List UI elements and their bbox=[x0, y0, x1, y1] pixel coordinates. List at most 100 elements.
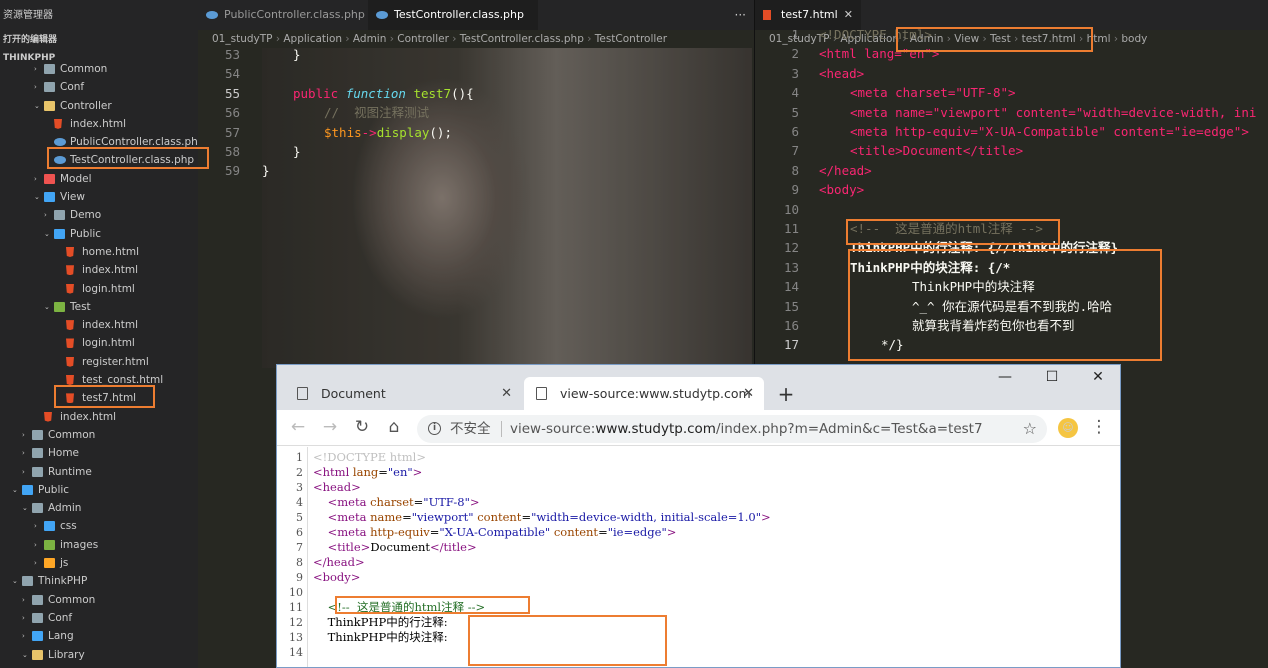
back-icon[interactable]: ← bbox=[287, 417, 309, 437]
tree-item-login-html[interactable]: login.html bbox=[0, 280, 198, 298]
tree-item-login-html[interactable]: login.html bbox=[0, 334, 198, 352]
home-icon[interactable]: ⌂ bbox=[383, 417, 405, 437]
chevron-right-icon[interactable]: › bbox=[34, 60, 42, 78]
breadcrumb-item[interactable]: 01_studyTP bbox=[212, 33, 272, 45]
line-number: 7 bbox=[791, 143, 799, 159]
forward-icon[interactable]: → bbox=[319, 417, 341, 437]
tree-item-common[interactable]: › Common bbox=[0, 426, 198, 444]
tree-item-index-html[interactable]: index.html bbox=[0, 115, 198, 133]
view-source-content[interactable]: 1 <!DOCTYPE html> 2 <html lang="en"> 3 <head>… bbox=[277, 447, 1120, 667]
close-tab-icon[interactable]: ✕ bbox=[501, 377, 512, 410]
chevron-down-icon[interactable]: ⌄ bbox=[44, 298, 52, 316]
chevron-down-icon[interactable]: ⌄ bbox=[44, 225, 52, 243]
more-actions-icon[interactable]: ··· bbox=[735, 0, 746, 30]
chevron-right-icon[interactable]: › bbox=[34, 536, 42, 554]
chevron-right-icon[interactable]: › bbox=[44, 206, 52, 224]
line-number: 57 bbox=[224, 124, 240, 140]
open-editors-section[interactable]: 打开的编辑器 bbox=[0, 30, 57, 50]
source-token: = bbox=[378, 465, 388, 479]
breadcrumb-item[interactable]: TestController.class.php bbox=[460, 33, 584, 45]
chevron-down-icon[interactable]: ⌄ bbox=[34, 188, 42, 206]
line-number: 13 bbox=[783, 259, 799, 275]
tree-item-library[interactable]: ⌄ Library bbox=[0, 646, 198, 664]
menu-icon[interactable]: ⋮ bbox=[1088, 417, 1110, 437]
source-line: </head> bbox=[313, 555, 365, 570]
breadcrumb-item[interactable]: Controller bbox=[397, 33, 449, 45]
chevron-down-icon[interactable]: ⌄ bbox=[12, 572, 20, 590]
html-file-icon bbox=[44, 411, 52, 422]
chevron-down-icon[interactable]: ⌄ bbox=[22, 646, 30, 664]
tree-item-demo[interactable]: › Demo bbox=[0, 206, 198, 224]
tree-item-test[interactable]: ⌄ Test bbox=[0, 298, 198, 316]
minimize-icon[interactable]: — bbox=[995, 369, 1015, 385]
source-token: "en" bbox=[387, 465, 413, 479]
chevron-down-icon[interactable]: ⌄ bbox=[22, 499, 30, 517]
security-label[interactable]: 不安全 bbox=[450, 415, 491, 443]
tree-item-home-html[interactable]: home.html bbox=[0, 243, 198, 261]
tree-item-view[interactable]: ⌄ View bbox=[0, 188, 198, 206]
bookmark-star-icon[interactable]: ☆ bbox=[1023, 415, 1037, 443]
tree-highlight-view bbox=[54, 385, 155, 408]
chevron-right-icon[interactable]: › bbox=[34, 517, 42, 535]
tab-public-controller[interactable]: PublicController.class.php bbox=[198, 0, 368, 30]
info-icon[interactable]: i bbox=[428, 422, 441, 435]
tree-item-css[interactable]: › css bbox=[0, 517, 198, 535]
chevron-right-icon[interactable]: › bbox=[22, 444, 30, 462]
tree-item-public[interactable]: ⌄ Public bbox=[0, 225, 198, 243]
chevron-right-icon[interactable]: › bbox=[22, 463, 30, 481]
chevron-right-icon[interactable]: › bbox=[22, 627, 30, 645]
tree-item-home[interactable]: › Home bbox=[0, 444, 198, 462]
chevron-right-icon[interactable]: › bbox=[34, 554, 42, 572]
maximize-icon[interactable]: ☐ bbox=[1042, 369, 1062, 385]
chevron-down-icon[interactable]: ⌄ bbox=[34, 97, 42, 115]
address-bar[interactable]: i 不安全 view-source:www.studytp.com/index.… bbox=[417, 415, 1047, 443]
breadcrumb-item[interactable]: body bbox=[1121, 33, 1147, 45]
tree-item-lang[interactable]: › Lang bbox=[0, 627, 198, 645]
chevron-right-icon[interactable]: › bbox=[22, 591, 30, 609]
html-comment-highlight bbox=[846, 219, 1060, 245]
line-number: 1 bbox=[791, 27, 799, 42]
tree-item-conf[interactable]: › Conf bbox=[0, 609, 198, 627]
chevron-right-icon[interactable]: › bbox=[22, 426, 30, 444]
tree-item-common[interactable]: › Common bbox=[0, 60, 198, 78]
line-number: 55 bbox=[224, 85, 240, 101]
close-window-icon[interactable]: ✕ bbox=[1088, 369, 1108, 385]
breadcrumb-item[interactable]: TestController bbox=[595, 33, 667, 45]
tree-item-public[interactable]: ⌄ Public bbox=[0, 481, 198, 499]
chevron-right-icon[interactable]: › bbox=[34, 78, 42, 96]
html-file-icon bbox=[54, 118, 62, 129]
think-comment-highlight bbox=[848, 249, 1162, 361]
tree-item-index-html[interactable]: index.html bbox=[0, 261, 198, 279]
tree-item-runtime[interactable]: › Runtime bbox=[0, 463, 198, 481]
tree-item-js[interactable]: › js bbox=[0, 554, 198, 572]
chevron-right-icon[interactable]: › bbox=[22, 609, 30, 627]
chevron-right-icon: › bbox=[386, 33, 398, 45]
close-tab-icon[interactable]: ✕ bbox=[743, 377, 754, 410]
new-tab-button[interactable]: + bbox=[773, 381, 799, 407]
browser-tab-document[interactable]: Document ✕ bbox=[285, 377, 522, 410]
tree-item-thinkphp[interactable]: ⌄ ThinkPHP bbox=[0, 572, 198, 590]
chevron-right-icon[interactable]: › bbox=[34, 170, 42, 188]
tree-item-index-html[interactable]: index.html bbox=[0, 408, 198, 426]
tree-item-images[interactable]: › images bbox=[0, 536, 198, 554]
tree-item-conf[interactable]: › Conf bbox=[0, 78, 198, 96]
tree-item-label: login.html bbox=[82, 282, 135, 295]
tree-item-register-html[interactable]: register.html bbox=[0, 353, 198, 371]
tree-item-model[interactable]: › Model bbox=[0, 170, 198, 188]
tree-item-common[interactable]: › Common bbox=[0, 591, 198, 609]
emoji-extension-icon[interactable]: ☺ bbox=[1058, 418, 1078, 438]
tab-test-controller[interactable]: TestController.class.php bbox=[368, 0, 538, 30]
breadcrumb-item[interactable]: Admin bbox=[353, 33, 386, 45]
html-file-icon bbox=[66, 320, 74, 331]
url-text[interactable]: view-source:www.studytp.com/index.php?m=… bbox=[510, 415, 983, 443]
tree-item-label: Public bbox=[70, 227, 102, 240]
breadcrumb-item[interactable]: Application bbox=[283, 33, 342, 45]
browser-tab-view-source[interactable]: view-source:www.studytp.com ✕ bbox=[524, 377, 764, 410]
chevron-down-icon[interactable]: ⌄ bbox=[12, 481, 20, 499]
code-line: <meta charset="UTF-8"> bbox=[850, 85, 1016, 101]
reload-icon[interactable]: ↻ bbox=[351, 417, 373, 437]
tree-item-controller[interactable]: ⌄ Controller bbox=[0, 97, 198, 115]
tree-item-index-html[interactable]: index.html bbox=[0, 316, 198, 334]
php-code[interactable]: 53 54 55 56 57 58 59 } public function t… bbox=[198, 45, 754, 185]
tree-item-admin[interactable]: ⌄ Admin bbox=[0, 499, 198, 517]
